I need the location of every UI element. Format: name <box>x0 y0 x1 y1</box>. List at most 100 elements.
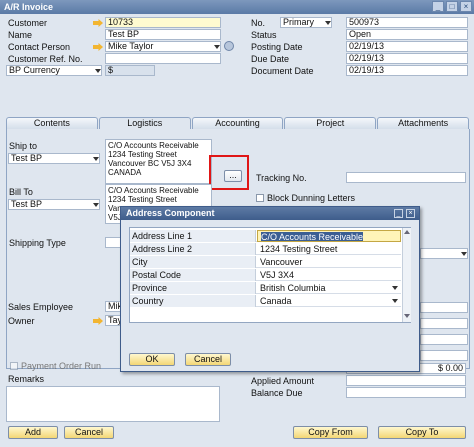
customer-label: Customer <box>8 18 48 28</box>
posting-date-field[interactable]: 02/19/13 <box>346 41 468 52</box>
contact-person-label: Contact Person <box>8 42 71 52</box>
tab-attachments[interactable]: Attachments <box>377 117 469 129</box>
block-dunning-checkbox[interactable] <box>256 194 264 202</box>
due-date-field[interactable]: 02/19/13 <box>346 53 468 64</box>
customer-field[interactable]: 10733 <box>105 17 221 28</box>
window-controls: _ □ × <box>432 1 472 13</box>
contact-person-field[interactable]: Mike Taylor <box>105 41 221 52</box>
currency-type-select[interactable]: BP Currency <box>6 65 102 76</box>
grid-scrollbar[interactable] <box>402 228 411 322</box>
shipping-type-label: Shipping Type <box>9 238 66 248</box>
tab-bar: Contents Logistics Accounting Project At… <box>6 117 470 129</box>
postal-code-label: Postal Code <box>130 269 256 281</box>
total-field <box>420 318 468 329</box>
ship-to-address[interactable]: C/O Accounts Receivable 1234 Testing Str… <box>105 139 212 184</box>
remarks-field[interactable] <box>6 386 220 422</box>
close-icon[interactable]: × <box>406 209 415 218</box>
grid-row: Country Canada <box>130 295 401 307</box>
remarks-label: Remarks <box>8 374 45 384</box>
chevron-down-icon[interactable] <box>95 69 101 73</box>
document-date-label: Document Date <box>251 66 314 76</box>
grid-row: Postal Code V5J 3X4 <box>130 269 401 281</box>
copy-from-button[interactable]: Copy From <box>293 426 368 439</box>
total-field <box>420 334 468 345</box>
customer-ref-field[interactable] <box>105 53 221 64</box>
tab-accounting[interactable]: Accounting <box>191 117 284 129</box>
city-label: City <box>130 256 256 268</box>
chevron-down-icon[interactable] <box>93 157 99 161</box>
chevron-down-icon[interactable] <box>461 252 467 256</box>
ship-to-label: Ship to <box>9 141 38 151</box>
grid-row: Address Line 1 C/O Accounts Receivable <box>130 230 401 242</box>
total-field <box>420 302 468 313</box>
ship-to-select[interactable]: Test BP <box>8 153 100 164</box>
dialog-cancel-button[interactable]: Cancel <box>185 353 231 366</box>
ok-button[interactable]: OK <box>129 353 175 366</box>
minimize-icon[interactable]: _ <box>432 1 444 12</box>
customer-ref-label: Customer Ref. No. <box>8 54 83 64</box>
scroll-up-icon[interactable] <box>404 230 410 234</box>
address-line: C/O Accounts Receivable <box>108 186 199 195</box>
address-line: 1234 Testing Street <box>108 150 177 159</box>
add-button[interactable]: Add <box>8 426 58 439</box>
address-line-1-value[interactable]: C/O Accounts Receivable <box>257 230 401 242</box>
due-date-label: Due Date <box>251 54 290 64</box>
maximize-icon[interactable]: □ <box>446 1 458 12</box>
chevron-down-icon[interactable] <box>325 21 331 25</box>
applied-amount-field <box>346 375 466 386</box>
copy-to-button[interactable]: Copy To <box>378 426 466 439</box>
cancel-button[interactable]: Cancel <box>64 426 114 439</box>
document-number-field[interactable]: 500973 <box>346 17 468 28</box>
payment-order-run-checkbox[interactable] <box>10 362 18 370</box>
country-label: Country <box>130 295 256 307</box>
city-value[interactable]: Vancouver <box>257 256 401 268</box>
grid-row: City Vancouver <box>130 256 401 268</box>
tab-project[interactable]: Project <box>284 117 377 129</box>
address-line: Vancouver BC V5J 3X4 <box>108 159 192 168</box>
chevron-down-icon[interactable] <box>93 203 99 207</box>
block-dunning-label: Block Dunning Letters <box>267 193 356 203</box>
tracking-no-field[interactable] <box>346 172 466 183</box>
grid-row: Address Line 2 1234 Testing Street <box>130 243 401 255</box>
address-line: C/O Accounts Receivable <box>108 141 199 150</box>
chevron-down-icon[interactable] <box>214 45 220 49</box>
province-value[interactable]: British Columbia <box>257 282 401 294</box>
address-line-1-label: Address Line 1 <box>130 230 256 242</box>
postal-code-value[interactable]: V5J 3X4 <box>257 269 401 281</box>
contact-info-icon[interactable] <box>224 41 234 51</box>
name-field[interactable]: Test BP <box>105 29 221 40</box>
balance-due-field <box>346 387 466 398</box>
address-line-2-label: Address Line 2 <box>130 243 256 255</box>
no-label: No. <box>251 18 266 28</box>
link-arrow-icon[interactable] <box>93 19 103 27</box>
highlight-box <box>209 155 249 190</box>
chevron-down-icon[interactable] <box>392 299 398 303</box>
tab-logistics[interactable]: Logistics <box>98 117 191 129</box>
bill-to-label: Bill To <box>9 187 33 197</box>
name-label: Name <box>8 30 33 40</box>
tab-contents[interactable]: Contents <box>6 117 98 129</box>
chevron-down-icon[interactable] <box>392 286 398 290</box>
selected-text: C/O Accounts Receivable <box>261 232 364 242</box>
document-date-field[interactable]: 02/19/13 <box>346 65 468 76</box>
link-arrow-icon[interactable] <box>93 43 103 51</box>
address-line: 1234 Testing Street <box>108 195 177 204</box>
posting-date-label: Posting Date <box>251 42 303 52</box>
address-line: CANADA <box>108 168 142 177</box>
status-field: Open <box>346 29 468 40</box>
bill-to-select[interactable]: Test BP <box>8 199 100 210</box>
applied-amount-label: Applied Amount <box>251 376 315 386</box>
address-component-dialog: Address Component _ × Address Line 1 C/O… <box>120 206 420 372</box>
currency-field[interactable]: $ <box>105 65 155 76</box>
close-icon[interactable]: × <box>460 1 472 12</box>
minimize-icon[interactable]: _ <box>394 209 403 218</box>
dialog-title: Address Component <box>121 207 419 220</box>
address-line-2-value[interactable]: 1234 Testing Street <box>257 243 401 255</box>
country-value[interactable]: Canada <box>257 295 401 307</box>
address-component-grid: Address Line 1 C/O Accounts Receivable A… <box>129 227 411 323</box>
tracking-no-label: Tracking No. <box>256 173 307 183</box>
balance-due-label: Balance Due <box>251 388 303 398</box>
scroll-down-icon[interactable] <box>404 314 410 318</box>
payment-order-run-label: Payment Order Run <box>21 361 102 371</box>
owner-label: Owner <box>8 316 35 326</box>
